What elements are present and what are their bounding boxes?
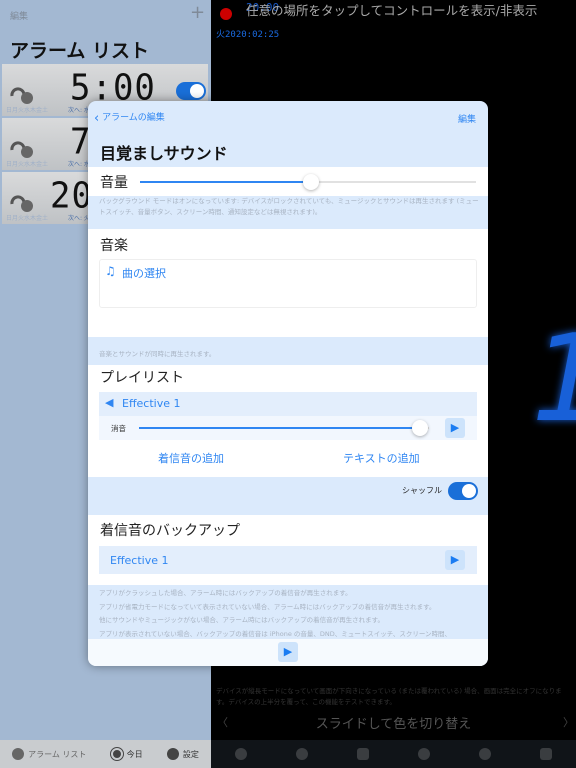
backup-item[interactable]: Effective 1 ▶ xyxy=(99,546,477,574)
tab-bar: アラーム リスト 今日 設定 xyxy=(0,740,211,768)
backup-section: 着信音のバックアップ Effective 1 ▶ xyxy=(88,515,488,585)
layout-icon[interactable] xyxy=(357,748,370,760)
add-ringtone-button[interactable]: 着信音の追加 xyxy=(158,450,224,466)
playlist-item-label: Effective 1 xyxy=(122,397,181,410)
slide-color-label: スライドして色を切り替え xyxy=(315,717,472,732)
note-line: アプリが省電力モードになっていて表示されていない場合、アラーム時にはバックアップ… xyxy=(99,602,436,611)
backup-label: 着信音のバックアップ xyxy=(100,523,240,539)
unlock-icon xyxy=(10,195,33,212)
backup-notes: アプリがクラッシュした場合、アラーム時にはバックアップの着信音が再生されます。 … xyxy=(99,587,451,641)
sheet-footer: ▶ xyxy=(88,639,488,666)
music-section: 音楽 ♫ 曲の選択 xyxy=(88,229,488,337)
playlist-item[interactable]: ◀ Effective 1 xyxy=(99,392,477,416)
alarm-days: 日月火水木金土 xyxy=(6,107,49,114)
tab-label: 設定 xyxy=(182,749,199,759)
page-title: アラーム リスト xyxy=(10,40,150,62)
unlock-icon xyxy=(10,141,33,158)
tab-settings[interactable]: 設定 xyxy=(166,748,199,760)
alarm-clock-icon xyxy=(12,748,25,760)
note-line: 他にサウンドやミュージックがない場合、アラーム時にはバックアップの着信音が再生さ… xyxy=(99,616,385,624)
volume-slider[interactable] xyxy=(140,174,476,190)
playlist-volume-row: 消音 ▶ xyxy=(99,416,477,440)
alarm-sound-sheet: ‹ アラームの編集 編集 目覚ましサウンド 音量 バックグラウンド モードはオン… xyxy=(88,101,488,666)
alarm-time: 20 xyxy=(50,175,93,217)
alarm-toggle[interactable] xyxy=(176,82,206,100)
playlist-label: プレイリスト xyxy=(100,370,184,386)
playlist-volume-slider[interactable] xyxy=(139,420,429,436)
clock-toolbar xyxy=(211,740,576,768)
alarm-next: 次へ: 火 xyxy=(68,215,90,222)
square-icon[interactable] xyxy=(539,748,552,760)
brightness-icon[interactable] xyxy=(417,748,430,760)
gear-icon xyxy=(166,748,179,760)
edit-button[interactable]: 編集 xyxy=(10,9,28,22)
color-icon[interactable] xyxy=(478,748,491,760)
tap-hint: 任意の場所をタップしてコントロールを表示/非表示 xyxy=(246,3,538,18)
music-label: 音楽 xyxy=(100,238,128,254)
choose-song-label: 曲の選択 xyxy=(122,267,166,280)
alarm-days: 日月火水木金土 xyxy=(6,215,49,222)
alarm-next: 次へ: 水 xyxy=(68,161,90,168)
chevron-left-icon: ‹ xyxy=(94,111,100,126)
speaker-icon: ◀ xyxy=(105,396,114,409)
gear-icon[interactable] xyxy=(296,748,309,760)
unlock-icon xyxy=(10,87,33,104)
tab-label: アラーム リスト xyxy=(28,749,87,759)
play-button[interactable]: ▶ xyxy=(278,642,298,662)
slider-knob[interactable] xyxy=(303,174,320,190)
clock-digit: 1 xyxy=(530,310,576,449)
volume-row: 音量 xyxy=(88,167,488,196)
background-note: バックグラウンド モードはオンになっています: デバイスがロックされていても、ミ… xyxy=(99,197,479,216)
shuffle-toggle[interactable] xyxy=(448,482,478,500)
alarm-days: 日月火水木金土 xyxy=(6,161,49,168)
clock-date: 火2020:02:25 xyxy=(216,30,280,40)
back-button[interactable]: ‹ アラームの編集 xyxy=(94,110,165,126)
slider-knob[interactable] xyxy=(412,420,429,436)
edit-button[interactable]: 編集 xyxy=(458,112,476,125)
record-indicator-icon xyxy=(220,8,232,20)
clock-face-icon[interactable] xyxy=(235,748,248,760)
tab-alarm-list[interactable]: アラーム リスト xyxy=(12,748,86,760)
back-label: アラームの編集 xyxy=(102,113,165,123)
backup-item-label: Effective 1 xyxy=(110,554,169,567)
shuffle-label: シャッフル xyxy=(402,486,442,495)
add-text-button[interactable]: テキストの追加 xyxy=(343,450,420,466)
song-picker[interactable]: ♫ 曲の選択 xyxy=(99,259,477,308)
alarm-next: 次へ: 水 xyxy=(68,107,90,114)
next-color-button[interactable]: 〉 xyxy=(563,714,574,730)
note-line: アプリがクラッシュした場合、アラーム時にはバックアップの着信音が再生されます。 xyxy=(99,589,352,597)
tab-label: 今日 xyxy=(126,749,143,759)
cover-note: デバイスが縦長モードになっていて画面が下向きになっている (または覆われている)… xyxy=(216,687,562,706)
add-alarm-button[interactable]: + xyxy=(190,2,205,23)
music-note: 音楽とサウンドが同時に再生されます。 xyxy=(99,350,216,358)
music-note-icon: ♫ xyxy=(105,264,116,278)
sheet-title: 目覚ましサウンド xyxy=(100,144,228,163)
volume-label: 音量 xyxy=(100,175,128,191)
play-button[interactable]: ▶ xyxy=(445,550,465,570)
record-icon xyxy=(109,747,124,761)
mute-label: 消音 xyxy=(111,424,126,433)
tab-today[interactable]: 今日 xyxy=(109,747,143,761)
play-button[interactable]: ▶ xyxy=(445,418,465,438)
playlist-section: プレイリスト ◀ Effective 1 消音 ▶ 着信音の追加 テキストの追加 xyxy=(88,365,488,477)
